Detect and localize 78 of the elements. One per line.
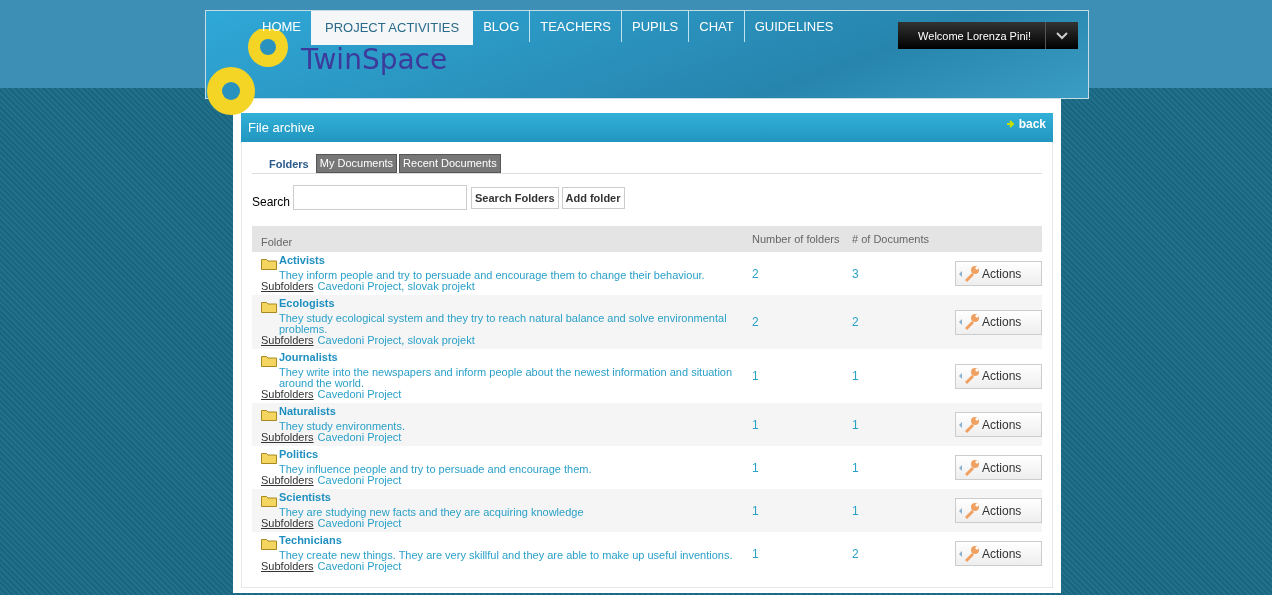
- nav-link[interactable]: PROJECT ACTIVITIES: [311, 11, 474, 45]
- document-count[interactable]: 2: [852, 546, 859, 561]
- folder-link[interactable]: Ecologists: [279, 298, 335, 309]
- folder-count[interactable]: 1: [752, 503, 759, 518]
- subfolder-link[interactable]: Cavedoni Project: [317, 560, 402, 572]
- nav-link[interactable]: TEACHERS: [529, 11, 622, 42]
- document-count[interactable]: 1: [852, 503, 859, 518]
- column-header: # of Documents: [851, 233, 931, 245]
- logo-text: TwinSpace: [301, 45, 448, 75]
- subfolder-link[interactable]: Cavedoni Project, slovak projekt: [317, 334, 475, 346]
- folder-icon: [261, 355, 277, 367]
- nav-link[interactable]: HOME: [252, 11, 311, 42]
- tab[interactable]: My Documents: [315, 154, 398, 173]
- subfolders-label: Subfolders: [261, 280, 314, 292]
- folder-count[interactable]: 2: [752, 266, 759, 281]
- folder-icon: [261, 258, 277, 270]
- folder-icon: [261, 301, 277, 313]
- folder-count[interactable]: 1: [752, 460, 759, 475]
- button[interactable]: Add folder: [561, 186, 625, 209]
- folder-description: They influence people and try to persuade and encourage them.: [279, 464, 593, 475]
- folder-icon: [261, 538, 277, 550]
- subfolder-link[interactable]: Cavedoni Project: [317, 388, 402, 400]
- folder-icon: [261, 409, 277, 421]
- actions-button[interactable]: Actions: [955, 412, 1042, 437]
- subfolders-label: Subfolders: [261, 517, 314, 529]
- folder-link[interactable]: Technicians: [279, 535, 342, 546]
- panel-title: File archive: [248, 120, 315, 135]
- document-count[interactable]: 1: [852, 417, 859, 432]
- folder-description: They inform people and try to persuade and encourage them to change their behaviour.: [279, 270, 706, 281]
- folder-count[interactable]: 1: [752, 417, 759, 432]
- nav-link[interactable]: GUIDELINES: [743, 11, 844, 42]
- subfolder-link[interactable]: Cavedoni Project: [317, 474, 402, 486]
- chevron-icon: [1056, 31, 1068, 40]
- actions-button[interactable]: Actions: [955, 363, 1042, 389]
- document-count[interactable]: 3: [852, 266, 859, 281]
- folder-description: They are studying new facts and they are acquiring knowledge: [279, 507, 585, 518]
- tab[interactable]: Recent Documents: [399, 154, 501, 173]
- column-header: Number of folders: [751, 233, 841, 245]
- subfolders-label: Subfolders: [261, 334, 314, 346]
- actions-button[interactable]: Actions: [955, 498, 1042, 523]
- folder-icon: [261, 495, 277, 507]
- subfolder-link[interactable]: Cavedoni Project: [317, 517, 402, 529]
- document-count[interactable]: 1: [852, 369, 859, 383]
- user-menu[interactable]: Welcome Lorenza Pini!: [898, 22, 1078, 49]
- folder-icon: [261, 452, 277, 464]
- folder-link[interactable]: Activists: [279, 255, 325, 266]
- folder-link[interactable]: Scientists: [279, 492, 331, 503]
- document-count[interactable]: 1: [852, 460, 859, 475]
- folder-link[interactable]: Politics: [279, 449, 319, 460]
- actions-button[interactable]: Actions: [955, 309, 1042, 335]
- search-field[interactable]: [293, 185, 468, 210]
- button[interactable]: Search Folders: [471, 186, 559, 209]
- document-count[interactable]: 2: [852, 315, 859, 329]
- subfolders-label: Subfolders: [261, 560, 314, 572]
- folder-link[interactable]: Journalists: [279, 352, 338, 363]
- subfolders-label: Subfolders: [261, 431, 314, 443]
- nav-link[interactable]: CHAT: [688, 11, 744, 42]
- back-link[interactable]: back: [1006, 117, 1046, 131]
- actions-button[interactable]: Actions: [955, 261, 1042, 286]
- folder-description: They write into the newspapers and inform people about the newest information and situation around the world.: [278, 367, 734, 389]
- folder-description: They study ecological system and they try to reach natural balance and solve environmental problems.: [279, 313, 728, 335]
- subfolders-label: Subfolders: [261, 474, 314, 486]
- nav-link[interactable]: BLOG: [473, 11, 530, 42]
- subfolder-link[interactable]: Cavedoni Project, slovak projekt: [317, 280, 475, 292]
- subfolders-label: Subfolders: [261, 388, 314, 400]
- folder-count[interactable]: 2: [752, 315, 759, 329]
- actions-button[interactable]: Actions: [955, 455, 1042, 480]
- actions-button[interactable]: Actions: [955, 541, 1042, 566]
- folder-count[interactable]: 1: [752, 369, 759, 383]
- column-header: Folder: [260, 235, 294, 248]
- folder-count[interactable]: 1: [752, 546, 759, 561]
- nav-link[interactable]: PUPILS: [621, 11, 689, 42]
- search-label: Search: [252, 194, 291, 209]
- folder-description: They create new things. They are very skillful and they are able to make up useful inventions.: [279, 550, 734, 561]
- arrow-icon: [1006, 120, 1015, 128]
- folder-link[interactable]: Naturalists: [279, 406, 336, 417]
- subfolder-link[interactable]: Cavedoni Project: [317, 431, 402, 443]
- folder-description: They study environments.: [279, 421, 406, 432]
